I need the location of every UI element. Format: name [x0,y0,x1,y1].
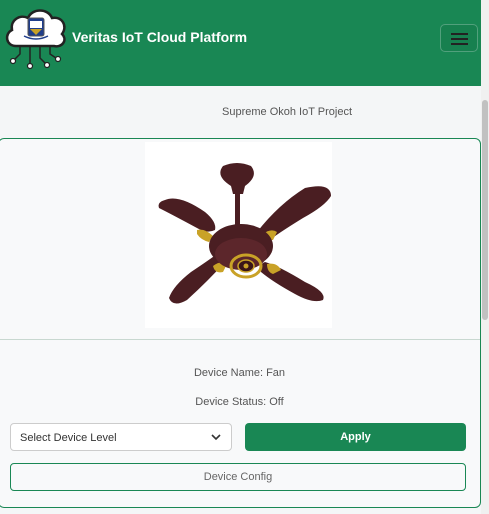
device-name: Device Name: Fan [193,367,286,379]
device-level-select[interactable]: Select Device Level [10,423,232,451]
device-status: Device Status: Off [195,396,284,408]
cloud-circuit-logo-icon[interactable] [2,4,68,72]
hamburger-menu-button[interactable] [440,24,478,52]
device-config-button[interactable]: Device Config [10,463,466,491]
brand-title[interactable]: Veritas IoT Cloud Platform [72,29,247,45]
top-navbar: Veritas IoT Cloud Platform [0,0,481,86]
chevron-down-icon [211,434,221,441]
scrollbar-thumb[interactable] [482,100,488,320]
ceiling-fan-image [145,142,332,328]
device-card: Device Name: Fan Device Status: Off Sele… [0,138,481,508]
card-divider [0,339,480,340]
device-level-select-value: Select Device Level [20,432,117,444]
project-title: Supreme Okoh IoT Project [222,106,353,118]
apply-button[interactable]: Apply [245,423,466,451]
hamburger-menu-icon [451,33,468,35]
